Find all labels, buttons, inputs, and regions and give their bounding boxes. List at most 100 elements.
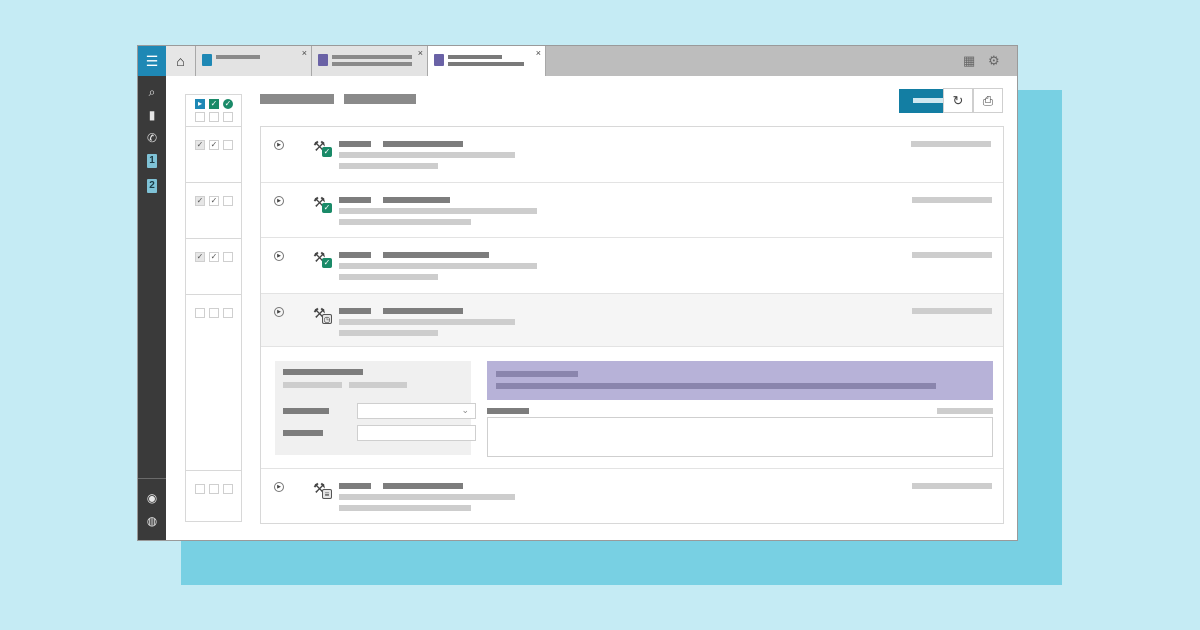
checkbox[interactable] — [223, 140, 233, 150]
print-button[interactable]: ⎙ — [973, 88, 1003, 113]
checkbox-row — [186, 471, 241, 521]
list-item[interactable]: ▶ ⚒ ✓ — [261, 127, 1003, 183]
task-list: ▶ ⚒ ✓ ▶ ⚒ ✓ ▶ ⚒ ✓ ▶ ⚒ ◷ ⌄ ▶ ⚒ ≡ — [260, 126, 1004, 524]
list-item[interactable]: ▶ ⚒ ✓ — [261, 183, 1003, 238]
phone-user-icon[interactable]: ✆ — [143, 129, 161, 147]
clipboard-icon[interactable]: ▮ — [143, 106, 161, 124]
chevron-down-icon: ⌄ — [461, 405, 469, 415]
badge-1-icon[interactable]: 1 — [147, 154, 157, 168]
expand-icon[interactable]: ▶ — [274, 307, 284, 317]
print-icon: ⎙ — [982, 93, 994, 108]
close-icon[interactable]: × — [418, 48, 423, 58]
calendar-icon[interactable]: ▦ — [963, 53, 975, 69]
row-meta — [911, 141, 991, 147]
refresh-button[interactable]: ↻ — [943, 88, 973, 113]
tab-2[interactable]: × — [312, 46, 428, 76]
compass-icon[interactable]: ◍ — [143, 512, 161, 530]
menu-icon[interactable]: ☰ — [138, 46, 166, 76]
row-detail — [339, 219, 471, 225]
checkbox[interactable]: ✓ — [209, 252, 219, 262]
list-item[interactable]: ▶ ⚒ ✓ — [261, 238, 1003, 294]
circle-badge-icon[interactable]: ◉ — [143, 489, 161, 507]
hammer-icon: ⚒ ◷ — [313, 305, 333, 325]
row-detail — [339, 494, 515, 500]
check-badge-icon: ✓ — [322, 147, 332, 157]
field-label — [283, 430, 323, 436]
checkbox[interactable]: ✓ — [195, 252, 205, 262]
hammer-icon: ⚒ ✓ — [313, 138, 333, 158]
checkbox[interactable] — [195, 484, 205, 494]
dropdown-select[interactable]: ⌄ — [357, 403, 476, 419]
page-title — [260, 94, 334, 104]
checkbox[interactable] — [195, 112, 205, 122]
check-badge-icon: ✓ — [322, 258, 332, 268]
circle-check-icon[interactable]: ✓ — [223, 99, 233, 109]
detail-form: ⌄ — [275, 361, 476, 455]
row-detail — [339, 274, 438, 280]
checkbox[interactable]: ✓ — [209, 196, 219, 206]
hammer-icon: ⚒ ✓ — [313, 249, 333, 269]
search-icon[interactable]: ⌕ — [143, 83, 161, 101]
checkbox[interactable] — [223, 308, 233, 318]
text-input[interactable] — [357, 425, 476, 441]
checkbox[interactable] — [209, 484, 219, 494]
expand-icon[interactable]: ▶ — [274, 482, 284, 492]
checkbox[interactable]: ✓ — [209, 140, 219, 150]
hammer-icon: ⚒ ≡ — [313, 480, 333, 500]
check-badge-icon: ✓ — [322, 203, 332, 213]
field-label — [283, 408, 329, 414]
expand-icon[interactable]: ▶ — [274, 251, 284, 261]
checkbox[interactable] — [223, 196, 233, 206]
checkbox-row: ✓ ✓ — [186, 183, 241, 239]
hourglass-badge-icon: ◷ — [322, 314, 332, 324]
document-icon — [318, 54, 328, 66]
checkbox[interactable]: ✓ — [195, 196, 205, 206]
list-badge-icon: ≡ — [322, 489, 332, 499]
list-item[interactable]: ▶ ⚒ ≡ — [261, 469, 1003, 524]
row-label — [339, 252, 371, 258]
list-item[interactable]: ▶ ⚒ ◷ — [261, 294, 1003, 347]
row-detail — [339, 319, 515, 325]
checkbox[interactable] — [223, 484, 233, 494]
checkbox[interactable] — [223, 112, 233, 122]
row-detail — [339, 208, 537, 214]
notice-text — [496, 383, 936, 389]
row-detail — [339, 505, 471, 511]
list-icon — [202, 54, 212, 66]
tab-1[interactable]: × — [196, 46, 312, 76]
home-icon[interactable]: ⌂ — [166, 46, 196, 76]
comment-textarea[interactable] — [487, 417, 993, 457]
checklist-icon — [434, 54, 444, 66]
close-icon[interactable]: × — [536, 48, 541, 58]
row-detail — [339, 163, 438, 169]
checkbox[interactable]: ✓ — [195, 140, 205, 150]
row-detail — [339, 330, 438, 336]
hammer-icon: ⚒ ✓ — [313, 194, 333, 214]
user-settings-icon[interactable]: ⚙ — [988, 53, 1000, 69]
close-icon[interactable]: × — [302, 48, 307, 58]
row-detail — [339, 152, 515, 158]
checkbox-row — [186, 295, 241, 471]
checkbox[interactable] — [223, 252, 233, 262]
refresh-icon: ↻ — [952, 93, 964, 108]
expand-icon[interactable]: ▶ — [274, 140, 284, 150]
checkbox[interactable] — [195, 308, 205, 318]
info-notice — [487, 361, 993, 400]
checkbox-header-row: ▸ ✓ ✓ — [186, 95, 241, 127]
check-icon[interactable]: ✓ — [209, 99, 219, 109]
row-label — [339, 197, 371, 203]
tab-3-label-line1 — [448, 55, 502, 59]
row-title — [383, 252, 489, 258]
left-rail: ☰ ⌕ ▮ ✆ 1 2 ◉ ◍ — [138, 46, 166, 540]
row-meta — [912, 308, 992, 314]
badge-2-icon[interactable]: 2 — [147, 179, 157, 193]
tab-3[interactable]: × — [428, 46, 546, 77]
row-meta — [912, 252, 992, 258]
checkbox[interactable] — [209, 308, 219, 318]
tab-3-label-line2 — [448, 62, 524, 66]
checkbox[interactable] — [209, 112, 219, 122]
notice-title — [496, 371, 578, 377]
play-icon[interactable]: ▸ — [195, 99, 205, 109]
expand-icon[interactable]: ▶ — [274, 196, 284, 206]
checkbox-row: ✓ ✓ — [186, 127, 241, 183]
